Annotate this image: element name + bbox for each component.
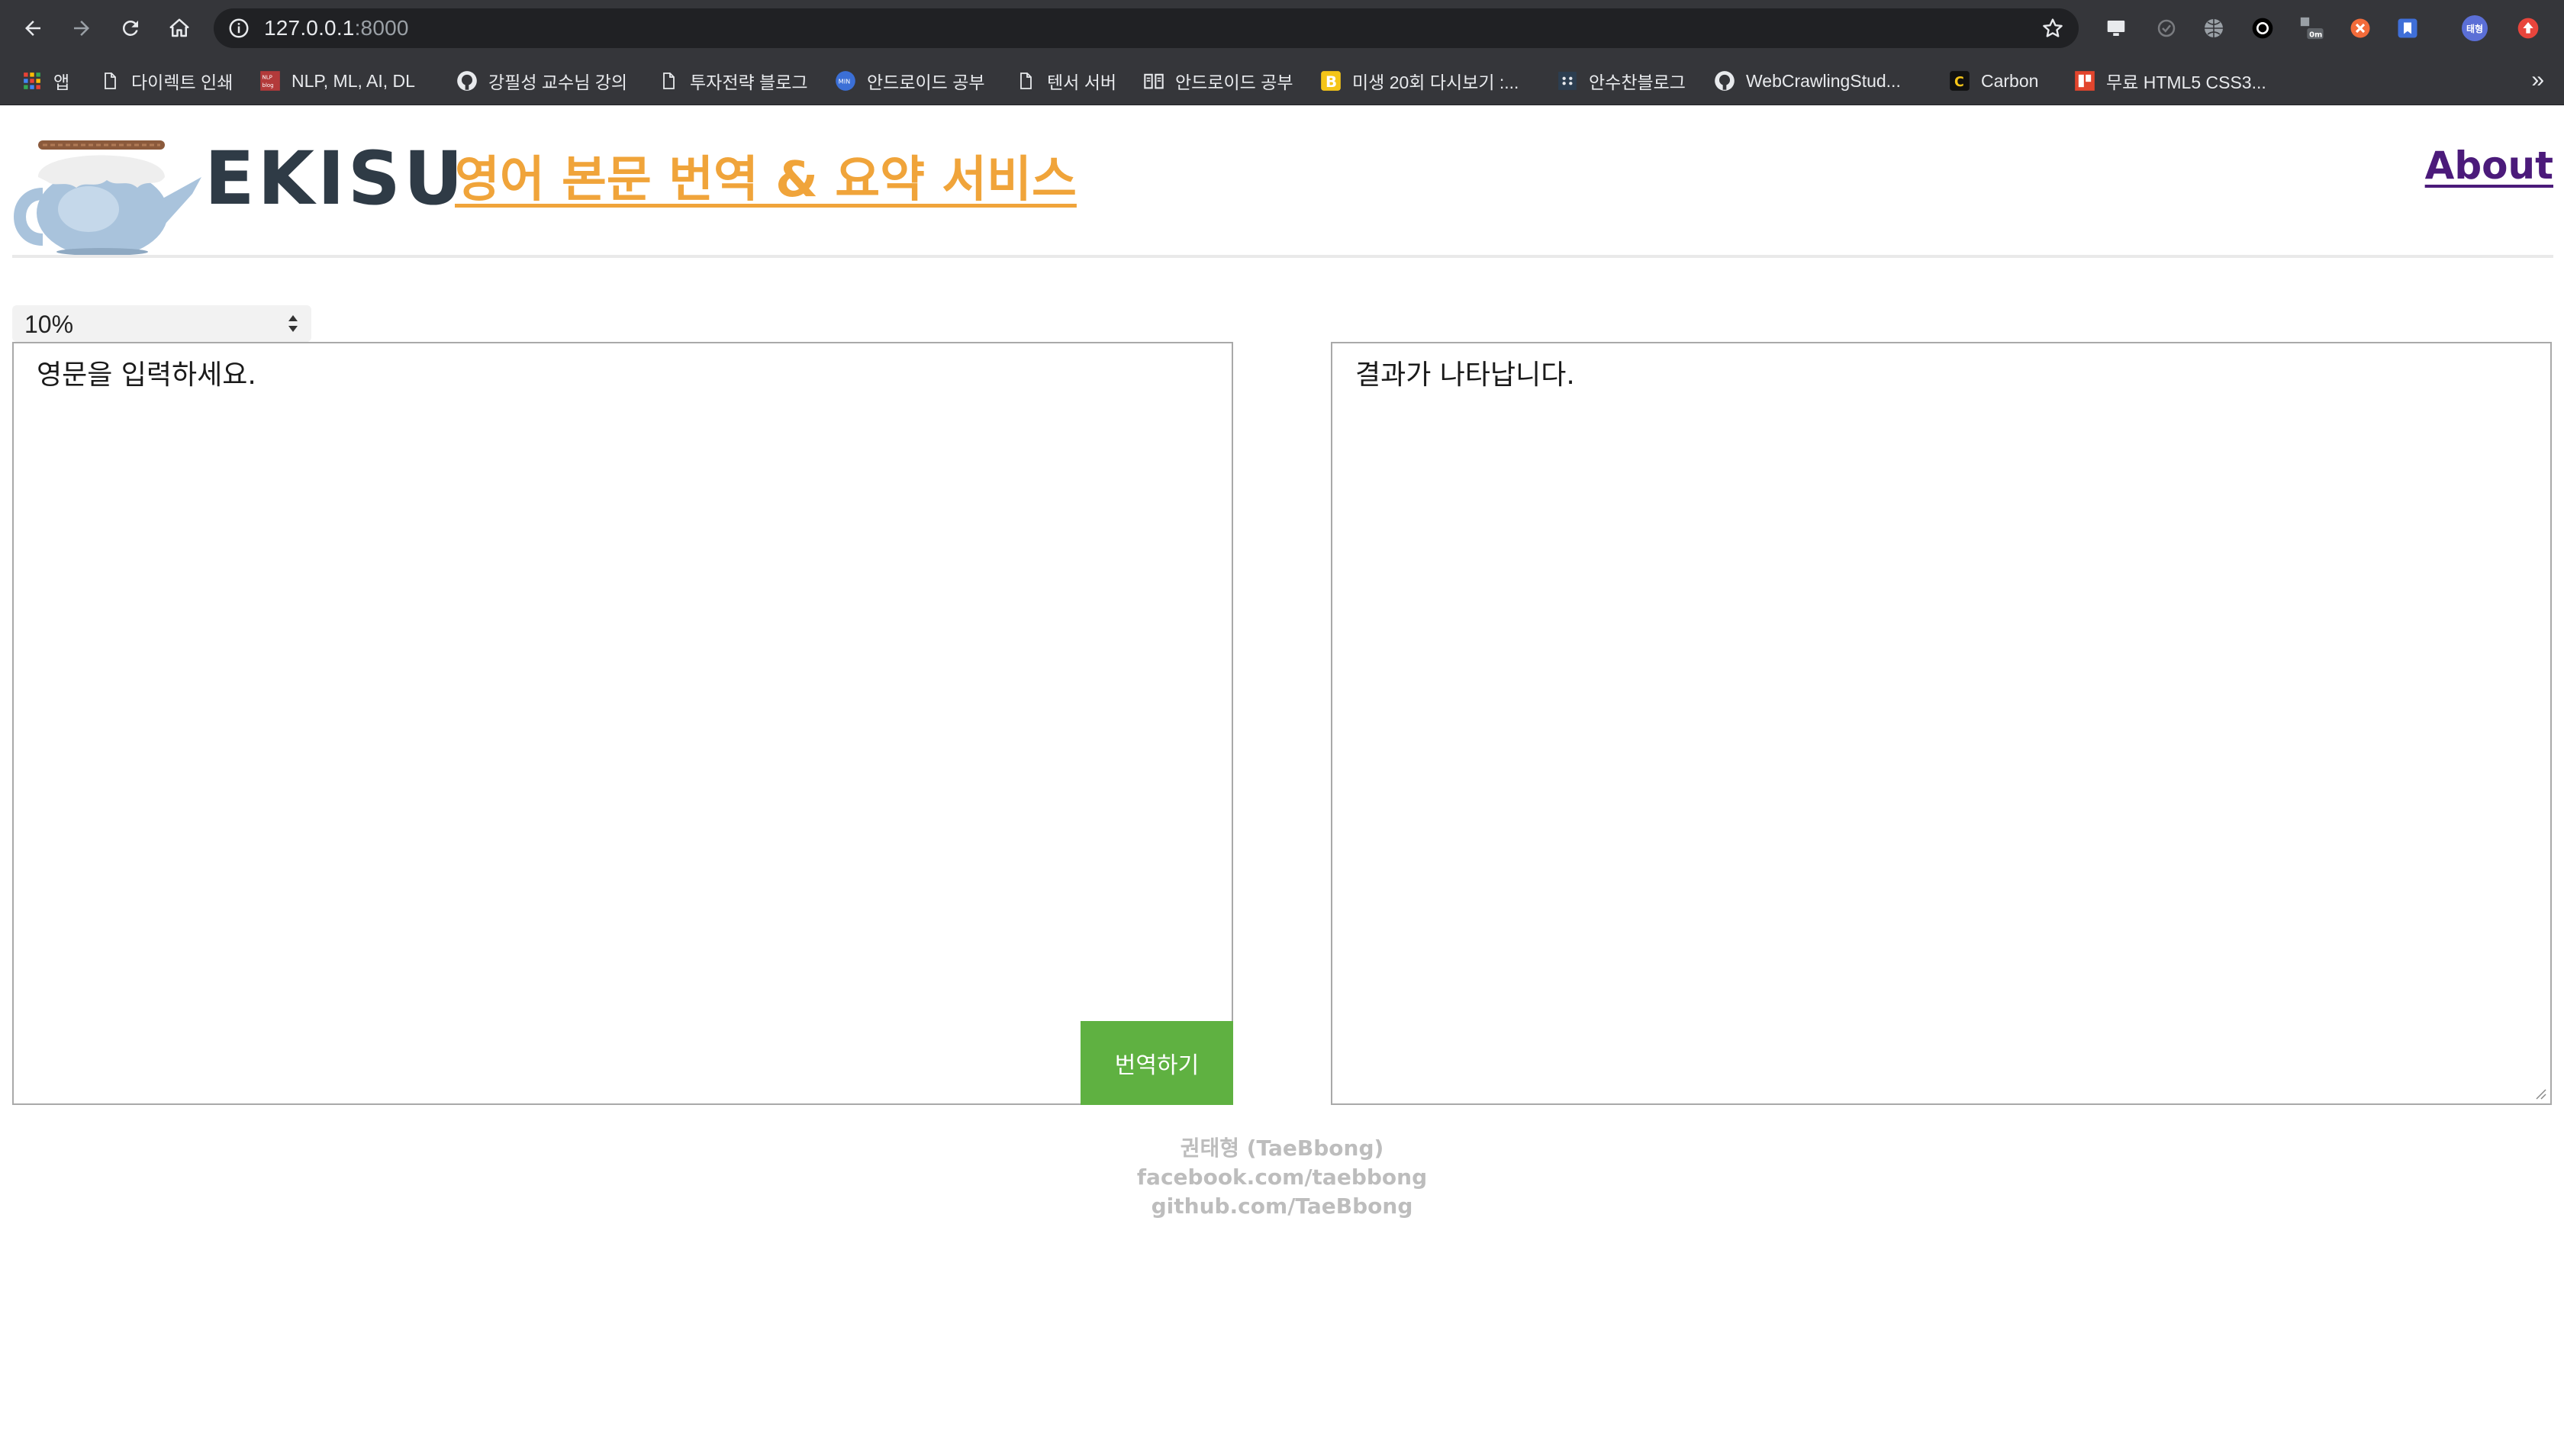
logo-wordmark[interactable]: EKISU: [205, 136, 466, 221]
profile-avatar[interactable]: 태형: [2462, 15, 2488, 41]
sync-extension-icon[interactable]: [2153, 15, 2179, 41]
bookmark-label: NLP, ML, AI, DL: [292, 70, 415, 91]
bookmark-android-1[interactable]: MIN 안드로이드 공부: [835, 56, 985, 105]
globe-extension-icon[interactable]: [2201, 15, 2227, 41]
summary-ratio-value: 10%: [24, 311, 74, 338]
bookmark-apps[interactable]: 앱: [21, 56, 69, 105]
bookmark-label: 무료 HTML5 CSS3...: [2106, 72, 2266, 92]
timer-extension-icon[interactable]: 0m: [2298, 15, 2324, 41]
dots-icon: [1557, 70, 1578, 92]
bookmark-direct-print[interactable]: 다이렉트 인쇄: [99, 56, 233, 105]
bookmark-label: 다이렉트 인쇄: [131, 72, 234, 92]
blue-circle-icon: MIN: [835, 70, 856, 92]
bookmarks-bar: 앱 다이렉트 인쇄 NLP blog NLP, ML, AI, DL 강필성 교수…: [0, 56, 2564, 105]
forward-button[interactable]: [64, 11, 99, 46]
bookmark-label: 안드로이드 공부: [867, 72, 985, 92]
carbon-icon: C: [1949, 70, 1970, 92]
address-bar[interactable]: 127.0.0.1:8000: [214, 8, 2079, 48]
footer-github: github.com/TaeBbong: [1151, 1193, 1413, 1219]
bookmarks-overflow-button[interactable]: »: [2531, 67, 2544, 93]
bookmark-lecture[interactable]: 강필성 교수님 강의: [456, 56, 627, 105]
bookmark-label: 미생 20회 다시보기 :...: [1352, 72, 1519, 92]
footer-facebook: facebook.com/taebbong: [1136, 1164, 1428, 1190]
about-link[interactable]: About: [2425, 143, 2553, 188]
book-icon: [1143, 70, 1164, 92]
reload-button[interactable]: [113, 11, 148, 46]
bookmark-label: 투자전략 블로그: [690, 72, 808, 92]
red-square-icon: [2074, 70, 2095, 92]
circle-extension-icon[interactable]: [2250, 15, 2276, 41]
bookmark-nlp-ml[interactable]: NLP blog NLP, ML, AI, DL: [259, 56, 415, 105]
reload-icon: [122, 20, 138, 36]
bookmark-label: 텐서 서버: [1047, 72, 1117, 92]
resize-handle-icon[interactable]: [2532, 1085, 2547, 1100]
english-input-textarea[interactable]: 영문을 입력하세요. 번역하기: [12, 342, 1233, 1105]
translate-button[interactable]: 번역하기: [1081, 1021, 1233, 1105]
bookmark-ansuchan-blog[interactable]: 안수찬블로그: [1557, 56, 1686, 105]
back-arrow-icon: [25, 21, 40, 36]
home-button[interactable]: [162, 11, 197, 46]
bookmark-star-icon[interactable]: [2041, 16, 2065, 40]
bookmark-html5-css3[interactable]: 무료 HTML5 CSS3...: [2074, 56, 2266, 105]
svg-text:MIN: MIN: [839, 78, 851, 85]
svg-text:C: C: [1954, 75, 1964, 90]
page-icon: [658, 70, 679, 92]
cast-extension-icon[interactable]: [2103, 15, 2129, 41]
back-button[interactable]: [15, 11, 50, 46]
bookmark-label: WebCrawlingStud...: [1746, 70, 1901, 91]
svg-text:0m: 0m: [2309, 31, 2322, 39]
svg-text:blog: blog: [263, 82, 274, 89]
bookmark-label: 앱: [53, 72, 70, 92]
input-placeholder: 영문을 입력하세요.: [37, 359, 256, 391]
browser-toolbar: 127.0.0.1:8000 0m 태형: [0, 0, 2564, 56]
github-icon: [1714, 70, 1735, 92]
bookmark-label: 강필성 교수님 강의: [488, 72, 628, 92]
bookmark-label: 안드로이드 공부: [1175, 72, 1293, 92]
info-icon: [229, 18, 249, 38]
footer-author: 권태형 (TaeBbong): [1180, 1135, 1384, 1161]
forward-arrow-icon: [74, 21, 89, 36]
apps-grid-icon: [21, 70, 43, 92]
summary-ratio-select[interactable]: 10%: [12, 305, 311, 342]
bookmark-invest-blog[interactable]: 투자전략 블로그: [658, 56, 808, 105]
bookmark-misaeng[interactable]: B 미생 20회 다시보기 :...: [1320, 56, 1519, 105]
github-icon: [456, 70, 478, 92]
site-title-link[interactable]: 영어 본문 번역 & 요약 서비스: [455, 140, 1077, 211]
bookmark-label: 안수찬블로그: [1589, 72, 1686, 92]
svg-text:B: B: [1325, 73, 1337, 91]
nlp-blog-icon: NLP blog: [259, 70, 281, 92]
home-icon: [169, 18, 189, 37]
site-footer: 권태형 (TaeBbong) facebook.com/taebbong git…: [0, 1134, 2564, 1221]
select-arrows-icon: [288, 315, 298, 332]
site-header: EKISU 영어 본문 번역 & 요약 서비스 About: [12, 105, 2553, 258]
update-icon[interactable]: [2515, 15, 2541, 41]
bookmark-label: Carbon: [1981, 70, 2039, 91]
orange-extension-icon[interactable]: [2347, 15, 2373, 41]
bookmark-tensor-server[interactable]: 텐서 서버: [1015, 56, 1116, 105]
page-icon: [99, 70, 121, 92]
page-icon: [1015, 70, 1036, 92]
bookmark-webcrawling[interactable]: WebCrawlingStud...: [1714, 56, 1901, 105]
url-text: 127.0.0.1:8000: [264, 16, 409, 40]
bookmark-android-2[interactable]: 안드로이드 공부: [1143, 56, 1293, 105]
result-textarea[interactable]: 결과가 나타납니다.: [1331, 342, 2552, 1105]
bookmark-extension-icon[interactable]: [2395, 15, 2421, 41]
yellow-b-icon: B: [1320, 70, 1342, 92]
teapot-logo-icon[interactable]: [12, 118, 203, 255]
output-placeholder: 결과가 나타납니다.: [1355, 359, 1575, 391]
svg-text:NLP: NLP: [263, 75, 272, 81]
web-page: EKISU 영어 본문 번역 & 요약 서비스 About 10% 영문을 입력…: [0, 105, 2564, 1456]
bookmark-carbon[interactable]: C Carbon: [1949, 56, 2038, 105]
